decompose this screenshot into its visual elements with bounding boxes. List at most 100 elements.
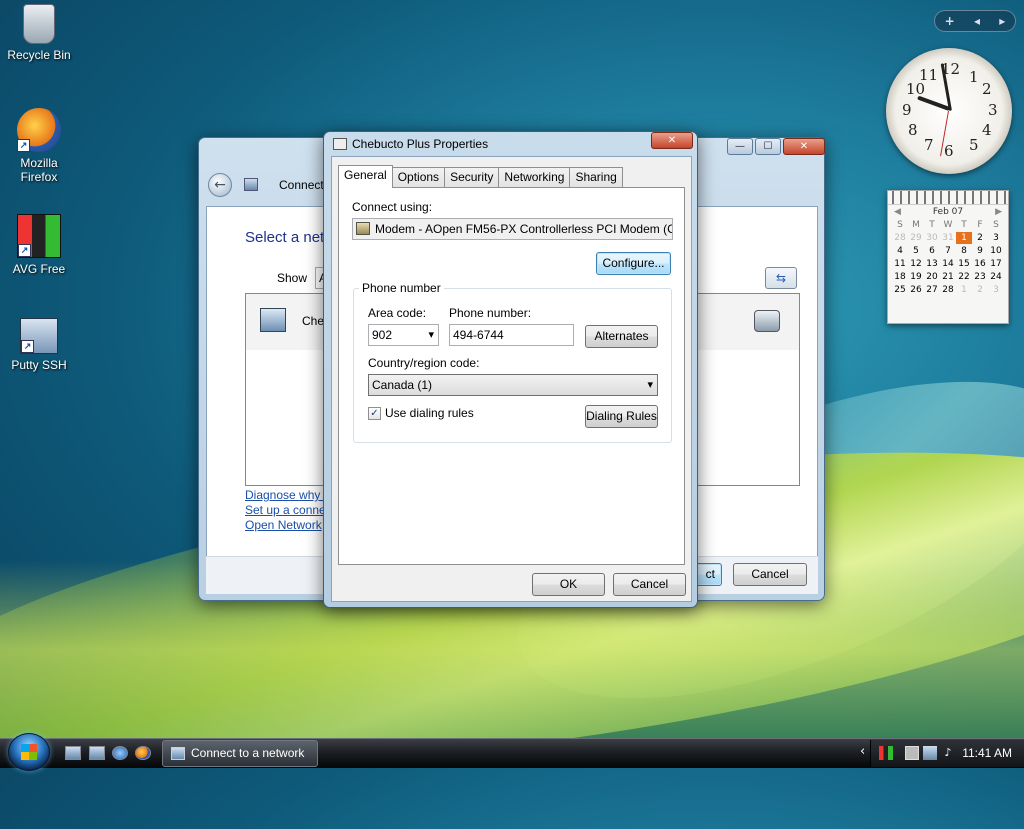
show-desktop-icon[interactable]	[65, 746, 81, 760]
calendar-day[interactable]: 4	[892, 245, 908, 257]
network-wizard-icon	[244, 178, 258, 191]
calendar-day[interactable]: 23	[972, 271, 988, 283]
use-dialing-rules-label[interactable]: Use dialing rules	[385, 406, 474, 420]
tab-security[interactable]: Security	[444, 167, 500, 187]
calendar-day[interactable]: 8	[956, 245, 972, 257]
avg-icon: ↗	[17, 214, 61, 258]
alternates-button[interactable]: Alternates	[585, 325, 658, 348]
calendar-day[interactable]: 27	[924, 284, 940, 296]
calendar-day[interactable]: 28	[892, 232, 908, 244]
modem-device-field[interactable]: Modem - AOpen FM56-PX Controllerless PCI…	[352, 218, 673, 240]
calendar-day[interactable]: 18	[892, 271, 908, 283]
calendar-day[interactable]: 9	[972, 245, 988, 257]
maximize-button[interactable]: ☐	[755, 138, 781, 155]
tab-networking[interactable]: Networking	[498, 167, 571, 187]
open-network-center-link[interactable]: Open Network	[245, 518, 322, 532]
calendar-day[interactable]: 21	[940, 271, 956, 283]
calendar-grid: S M T W T F S 28 29 30 31 1 2 3 4 5 6 7 8 9 10 11 12 13 14 15 16 17…	[888, 219, 1008, 296]
firefox-quicklaunch-icon[interactable]	[135, 746, 151, 760]
dialog-title: Chebucto Plus Properties	[352, 137, 489, 151]
calendar-day[interactable]: 19	[908, 271, 924, 283]
minimize-button[interactable]: —	[727, 138, 753, 155]
calendar-day[interactable]: 11	[892, 258, 908, 270]
back-arrow-icon[interactable]: ←	[208, 173, 232, 197]
country-region-label: Country/region code:	[368, 356, 480, 370]
taskbar-button-connect[interactable]: Connect to a network	[162, 740, 318, 767]
setup-connection-link[interactable]: Set up a conne	[245, 503, 326, 517]
calendar-day[interactable]: 16	[972, 258, 988, 270]
calendar-day[interactable]: 7	[940, 245, 956, 257]
calendar-day[interactable]: 1	[956, 284, 972, 296]
cancel-button[interactable]: Cancel	[733, 563, 807, 586]
prev-gadget-button[interactable]: ◂	[974, 14, 980, 28]
general-tab-page: Connect using: Modem - AOpen FM56-PX Con…	[338, 187, 685, 565]
calendar-day[interactable]: 10	[988, 245, 1004, 257]
clock-number: 5	[969, 136, 979, 154]
tab-general[interactable]: General	[338, 165, 393, 188]
calendar-day[interactable]: 29	[908, 232, 924, 244]
calendar-day[interactable]: 20	[924, 271, 940, 283]
calendar-prev-month-button[interactable]: ◀	[894, 207, 901, 217]
connect-using-label: Connect using:	[352, 200, 433, 214]
putty-icon: ↗	[20, 318, 58, 354]
add-gadget-button[interactable]: +	[945, 14, 955, 28]
clock-number: 1	[969, 68, 979, 86]
tab-options[interactable]: Options	[391, 167, 446, 187]
switch-windows-icon[interactable]	[89, 746, 105, 760]
calendar-day[interactable]: 17	[988, 258, 1004, 270]
calendar-day[interactable]: 14	[940, 258, 956, 270]
calendar-gadget[interactable]: ◀ Feb 07 ▶ S M T W T F S 28 29 30 31 1 2 3 4 5 6 7 8 9 10 11 1…	[887, 190, 1009, 324]
volume-tray-icon[interactable]: ♪	[941, 746, 955, 760]
tab-sharing[interactable]: Sharing	[569, 167, 623, 187]
calendar-day[interactable]: 2	[972, 232, 988, 244]
calendar-day[interactable]: 2	[972, 284, 988, 296]
calendar-day[interactable]: 25	[892, 284, 908, 296]
desktop-icon-firefox[interactable]: ↗ Mozilla Firefox	[3, 108, 75, 184]
tray-expand-chevron[interactable]: ‹	[860, 744, 865, 759]
use-dialing-rules-checkbox[interactable]: ✓	[368, 407, 381, 420]
area-code-dropdown[interactable]: 902	[368, 324, 439, 346]
clock-gadget[interactable]: 12 1 2 3 4 5 6 7 8 9 10 11	[886, 48, 1012, 174]
calendar-day[interactable]: 24	[988, 271, 1004, 283]
calendar-day[interactable]: 26	[908, 284, 924, 296]
show-label: Show	[277, 271, 308, 285]
network-tray-icon[interactable]	[923, 746, 937, 760]
system-clock[interactable]: 11:41 AM	[962, 746, 1012, 760]
close-button[interactable]: ✕	[783, 138, 825, 155]
power-tray-icon[interactable]	[905, 746, 919, 760]
refresh-button[interactable]: ⇆	[765, 267, 797, 289]
start-button[interactable]	[8, 733, 50, 771]
phone-number-input[interactable]: 494-6744	[449, 324, 574, 346]
calendar-day[interactable]: 28	[940, 284, 956, 296]
calendar-day[interactable]: 30	[924, 232, 940, 244]
calendar-day[interactable]: 31	[940, 232, 956, 244]
window-caption-buttons: — ☐ ✕	[727, 138, 825, 155]
country-region-dropdown[interactable]: Canada (1)	[368, 374, 658, 396]
desktop-icon-putty[interactable]: ↗ Putty SSH	[3, 318, 75, 372]
desktop-icon-avg[interactable]: ↗ AVG Free	[3, 214, 75, 276]
calendar-day[interactable]: 13	[924, 258, 940, 270]
modem-device-name: Modem - AOpen FM56-PX Controllerless PCI…	[375, 222, 673, 236]
close-button[interactable]: ✕	[651, 132, 693, 149]
calendar-day[interactable]: 5	[908, 245, 924, 257]
calendar-day[interactable]: 3	[988, 284, 1004, 296]
avg-tray-icon[interactable]	[879, 746, 893, 760]
dialup-icon	[333, 138, 347, 150]
next-gadget-button[interactable]: ▸	[999, 14, 1005, 28]
calendar-day[interactable]: 12	[908, 258, 924, 270]
calendar-day[interactable]: 22	[956, 271, 972, 283]
cancel-button[interactable]: Cancel	[613, 573, 686, 596]
calendar-next-month-button[interactable]: ▶	[995, 207, 1002, 217]
desktop-icon-label: AVG Free	[12, 262, 66, 276]
calendar-day-header: W	[943, 220, 953, 230]
calendar-day[interactable]: 1	[956, 232, 972, 244]
internet-explorer-icon[interactable]	[112, 746, 128, 760]
dialing-rules-button[interactable]: Dialing Rules	[585, 405, 658, 428]
desktop-icon-recycle-bin[interactable]: Recycle Bin	[3, 4, 75, 62]
calendar-day[interactable]: 6	[924, 245, 940, 257]
ok-button[interactable]: OK	[532, 573, 605, 596]
calendar-day[interactable]: 3	[988, 232, 1004, 244]
calendar-day[interactable]: 15	[956, 258, 972, 270]
diagnose-link[interactable]: Diagnose why t	[245, 488, 327, 502]
configure-button[interactable]: Configure...	[596, 252, 671, 275]
